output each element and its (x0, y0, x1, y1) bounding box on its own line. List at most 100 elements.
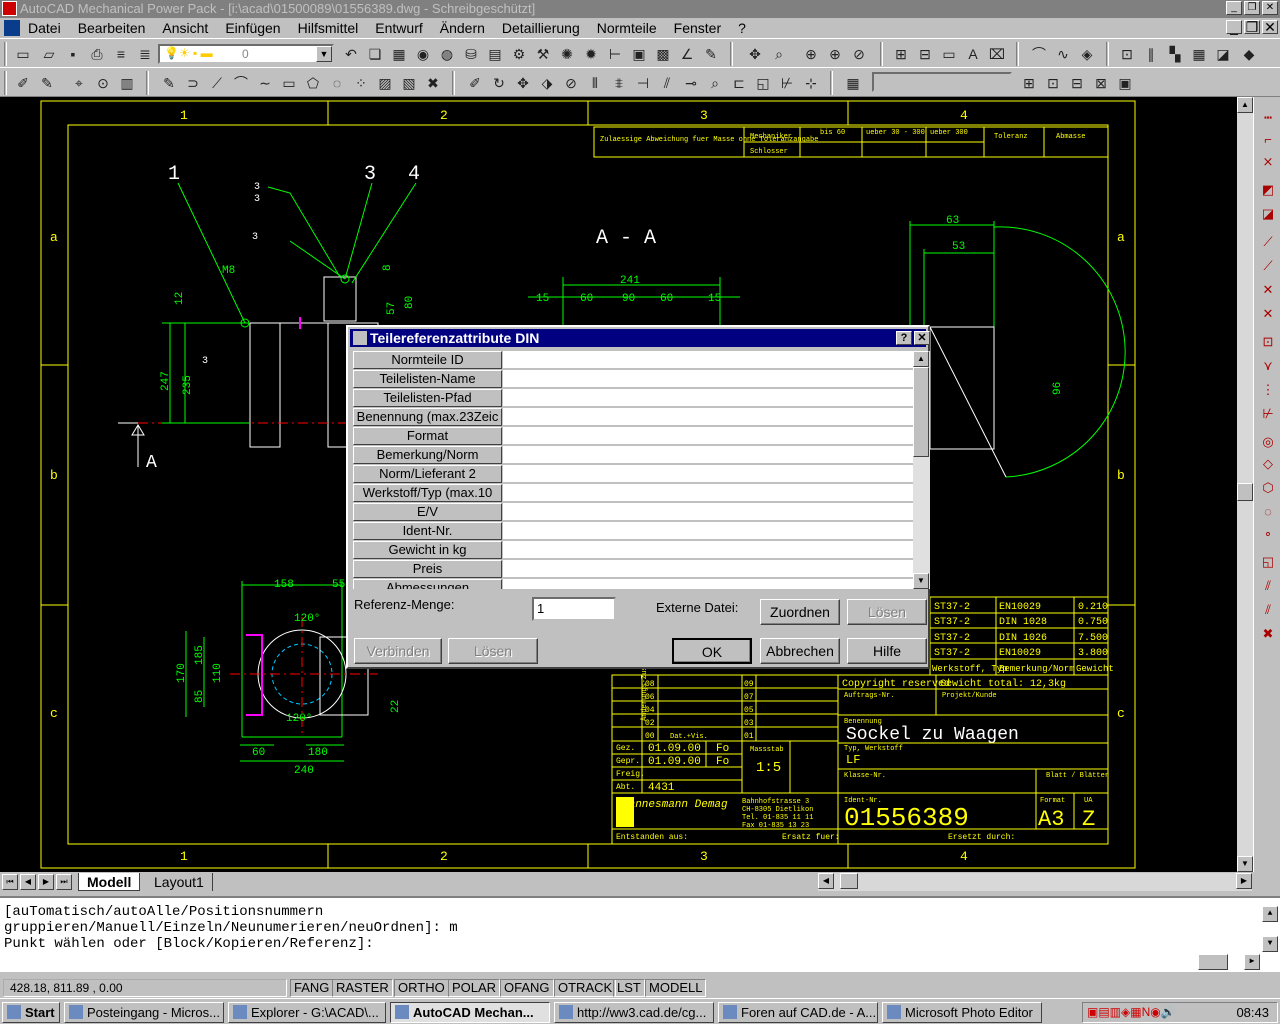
color-icon[interactable]: ◆ (1240, 45, 1258, 63)
table-icon[interactable]: ▤ (486, 45, 504, 63)
line-icon[interactable]: ⟋ (208, 74, 226, 92)
hscroll-thumb[interactable] (840, 873, 858, 889)
next-tab-button[interactable]: ▶ (38, 874, 54, 890)
layout-icon[interactable]: ▚ (1166, 45, 1184, 63)
cut-icon[interactable]: ✖ (1259, 625, 1277, 643)
menu-normteile[interactable]: Normteile (597, 20, 657, 36)
screen-icon[interactable]: ▣ (630, 45, 648, 63)
menu-datei[interactable]: Datei (28, 20, 61, 36)
scale-icon[interactable]: ⬗ (538, 74, 556, 92)
zoom-previous-icon[interactable]: ⊘ (850, 45, 868, 63)
autocad-app-icon[interactable] (2, 1, 17, 16)
sketch-icon[interactable]: ✐ (14, 74, 32, 92)
scroll-up-button[interactable]: ▲ (1237, 97, 1253, 113)
dim-edit-icon[interactable]: ◩ (1259, 181, 1277, 199)
horizontal-scrollbar[interactable]: ◀ ▶ (818, 873, 1252, 891)
menu-fenster[interactable]: Fenster (674, 20, 721, 36)
chamfer-icon[interactable]: ⊏ (730, 74, 748, 92)
polyline-icon[interactable]: ⌒ (1030, 45, 1048, 63)
zoom-window-icon[interactable]: ⊕ (802, 45, 820, 63)
ok-button[interactable]: OK (672, 638, 752, 664)
offset-icon[interactable]: ⊘ (562, 74, 580, 92)
task-browser-1[interactable]: http://ww3.cad.de/cg... (554, 1002, 714, 1023)
move-icon[interactable]: ✐ (466, 74, 484, 92)
edit-sketch-icon[interactable]: ✎ (38, 74, 56, 92)
status-ortho[interactable]: ORTHO (394, 979, 449, 997)
task-explorer[interactable]: Explorer - G:\ACAD\... (228, 1002, 386, 1023)
dim-aligned-icon[interactable]: ⌐ (1259, 131, 1277, 149)
rotate-icon[interactable]: ↻ (490, 74, 508, 92)
task-photo-editor[interactable]: Microsoft Photo Editor (882, 1002, 1042, 1023)
angle-icon[interactable]: ∠ (678, 45, 696, 63)
status-otrack[interactable]: OTRACK (554, 979, 617, 997)
boundary-icon[interactable]: ▧ (400, 74, 418, 92)
dim-coord-icon[interactable]: ⨯ (1259, 153, 1277, 171)
datum-icon[interactable]: ⊡ (1259, 333, 1277, 351)
dim-linear-icon[interactable]: ┅ (1259, 109, 1277, 127)
scroll-thumb[interactable] (1237, 483, 1253, 501)
status-polar[interactable]: POLAR (448, 979, 501, 997)
grid-scroll-up[interactable]: ▲ (913, 351, 929, 367)
field-abmessungen[interactable] (503, 579, 913, 589)
command-line[interactable]: [auTomatisch/autoAlle/Positionsnummern g… (0, 896, 1280, 972)
dbconnect-icon[interactable]: ◍ (438, 45, 456, 63)
database-icon[interactable]: ⛁ (462, 45, 480, 63)
status-lst[interactable]: LST (613, 979, 645, 997)
minimize-button[interactable]: _ (1226, 1, 1242, 15)
view-icon-right[interactable]: ◱ (1259, 553, 1277, 571)
scroll-right-button[interactable]: ▶ (1236, 873, 1252, 889)
snap-end-icon[interactable]: ⊡ (1044, 74, 1062, 92)
dim-update-icon[interactable]: ◪ (1259, 205, 1277, 223)
properties-icon[interactable]: ▦ (390, 45, 408, 63)
arc-3p-icon[interactable]: ⌒ (232, 74, 250, 92)
restore-button[interactable]: ❐ (1244, 1, 1260, 15)
taper-icon[interactable]: ⋮ (1259, 381, 1277, 399)
trim-icon[interactable]: ⊣ (634, 74, 652, 92)
move-cross-icon[interactable]: ✥ (514, 74, 532, 92)
field-preis[interactable] (503, 560, 913, 578)
sheet-icon[interactable]: ▦ (1190, 45, 1208, 63)
surface-icon[interactable]: ✕ (1259, 281, 1277, 299)
field-ident-nr[interactable] (503, 522, 913, 540)
field-benennung[interactable] (503, 408, 913, 426)
menu-hilfsmittel[interactable]: Hilfsmittel (298, 20, 359, 36)
pipe-icon[interactable]: ∥ (1142, 45, 1160, 63)
last-tab-button[interactable]: ⏭ (56, 874, 72, 890)
release-button[interactable]: Lösen (448, 638, 538, 664)
field-werkstoff[interactable] (503, 484, 913, 502)
edit-text-icon[interactable]: ⌧ (988, 45, 1006, 63)
menu-ansicht[interactable]: Ansicht (162, 20, 208, 36)
cmd-scroll-down[interactable]: ▼ (1262, 936, 1278, 952)
prev-tab-button[interactable]: ◀ (20, 874, 36, 890)
points-icon[interactable]: ⁘ (352, 74, 370, 92)
point-icon[interactable]: ∘ (1259, 525, 1277, 543)
menu-bearbeiten[interactable]: Bearbeiten (78, 20, 146, 36)
view-icon[interactable]: ⊡ (1118, 45, 1136, 63)
snap-int-icon[interactable]: ⊠ (1092, 74, 1110, 92)
osnap-icon[interactable]: ⊞ (1020, 74, 1038, 92)
start-button[interactable]: Start (2, 1002, 60, 1023)
field-norm-lieferant[interactable] (503, 465, 913, 483)
explode-icon[interactable]: ⊹ (802, 74, 820, 92)
insert-icon[interactable]: ⊞ (892, 45, 910, 63)
measure-icon[interactable]: ⊙ (94, 74, 112, 92)
sheet-list-icon[interactable]: ▦ (844, 74, 862, 92)
status-modell[interactable]: MODELL (645, 979, 707, 997)
rectangle-icon[interactable]: ▭ (280, 74, 298, 92)
cmd-scroll-right[interactable]: ▶ (1244, 954, 1260, 970)
curve-icon[interactable]: ∿ (1054, 45, 1072, 63)
scroll-left-button[interactable]: ◀ (818, 873, 834, 889)
dimension-icon[interactable]: ⊢ (606, 45, 624, 63)
edge-icon[interactable]: ⊬ (1259, 405, 1277, 423)
center-icon[interactable]: ◌ (1259, 503, 1277, 521)
slope-icon[interactable]: ⫽ (1259, 601, 1277, 619)
pen-icon[interactable]: ✎ (702, 45, 720, 63)
grid-scroll-down[interactable]: ▼ (913, 573, 929, 589)
layers-icon[interactable]: ≡ (112, 45, 130, 63)
arc-icon[interactable]: ⊃ (184, 74, 202, 92)
hatch-fill-icon[interactable]: ▨ (376, 74, 394, 92)
menu-einfuegen[interactable]: Einfügen (225, 20, 280, 36)
doc-close-button[interactable]: ✕ (1262, 20, 1278, 34)
field-bemerkung[interactable] (503, 446, 913, 464)
grid-scroll-thumb[interactable] (913, 367, 929, 457)
